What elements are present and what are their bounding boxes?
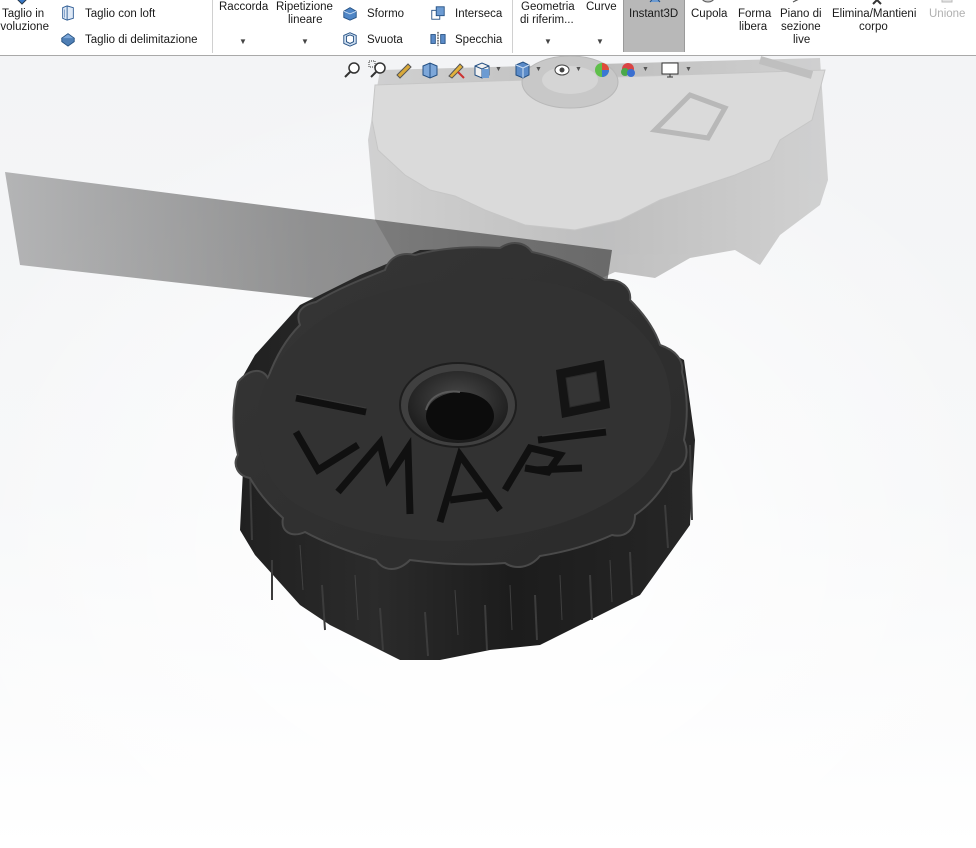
mirror-label: Specchia (455, 34, 503, 46)
reference-geometry-dropdown-arrow-icon[interactable]: ▼ (544, 37, 552, 46)
ribbon-separator (212, 0, 213, 53)
edit-appearance-icon[interactable] (592, 60, 612, 80)
knob-model[interactable] (232, 242, 696, 660)
command-manager-ribbon: Taglio in rivoluzione Taglio con loft Ta… (0, 0, 976, 56)
instant3d-toggle-button[interactable]: Instant3D (623, 0, 685, 52)
reference-geometry-label-1: Geometria (521, 1, 575, 13)
shell-button[interactable]: Svuota (340, 31, 420, 49)
lofted-cut-icon (62, 5, 74, 21)
engraved-letter-o (556, 360, 610, 418)
linear-pattern-label-2: lineare (288, 14, 323, 26)
lofted-cut-label: Taglio con loft (85, 8, 156, 20)
intersect-icon (431, 6, 445, 20)
combine-icon (941, 0, 953, 3)
linear-pattern-button[interactable]: Ripetizione lineare ▼ (273, 0, 337, 52)
previous-view-icon[interactable] (394, 60, 414, 80)
draft-icon (343, 7, 357, 21)
linear-pattern-label-1: Ripetizione (276, 1, 333, 13)
fillet-button[interactable]: Raccorda ▼ (215, 0, 271, 52)
live-section-plane-label-3: live (793, 34, 811, 46)
delete-keep-body-label-2: corpo (859, 21, 888, 33)
live-section-plane-label-2: sezione (781, 21, 821, 33)
intersect-button[interactable]: Interseca (428, 5, 508, 23)
boundary-cut-label: Taglio di delimitazione (85, 34, 198, 46)
intersect-label: Interseca (455, 8, 503, 20)
shell-label: Svuota (367, 34, 403, 46)
dome-label: Cupola (691, 8, 728, 20)
section-view-icon[interactable] (420, 60, 440, 80)
revolved-cut-label-1: Taglio in (2, 8, 45, 20)
dynamic-annotation-icon[interactable] (446, 60, 466, 80)
draft-label: Sformo (367, 8, 405, 20)
curves-label: Curve (586, 1, 617, 13)
dome-icon (702, 0, 714, 3)
lofted-cut-button[interactable]: Taglio con loft (58, 5, 208, 23)
view-settings-icon[interactable] (660, 60, 680, 80)
graphics-area[interactable] (0, 56, 976, 848)
display-style-icon[interactable] (512, 60, 532, 80)
reference-geometry-label-2: di riferim... (520, 14, 574, 26)
live-section-plane-button[interactable]: Piano di sezione live (776, 0, 826, 52)
view-orientation-icon[interactable] (472, 60, 492, 80)
curves-dropdown-arrow-icon[interactable]: ▼ (596, 37, 604, 46)
shell-icon (343, 32, 357, 47)
boundary-cut-button[interactable]: Taglio di delimitazione (58, 31, 208, 49)
zoom-area-icon[interactable] (368, 60, 388, 80)
hide-show-dropdown-icon[interactable]: ▼ (575, 66, 582, 73)
combine-button[interactable]: Unione (926, 0, 976, 52)
view-settings-dropdown-icon[interactable]: ▼ (685, 66, 692, 73)
live-section-plane-icon (792, 0, 799, 3)
freeform-button[interactable]: Forma libera (734, 0, 774, 52)
freeform-label-2: libera (739, 21, 768, 33)
instant3d-label: Instant3D (629, 8, 679, 20)
live-section-plane-label-1: Piano di (780, 8, 822, 20)
mirror-icon (430, 31, 446, 47)
apply-scene-icon[interactable] (618, 60, 638, 80)
view-orientation-dropdown-icon[interactable]: ▼ (495, 66, 502, 73)
freeform-label-1: Forma (738, 8, 772, 20)
apply-scene-dropdown-icon[interactable]: ▼ (642, 66, 649, 73)
draft-button[interactable]: Sformo (340, 5, 420, 23)
hide-show-items-icon[interactable] (552, 60, 572, 80)
display-style-dropdown-icon[interactable]: ▼ (535, 66, 542, 73)
delete-keep-body-label-1: Elimina/Mantieni (832, 8, 917, 20)
reference-geometry-button[interactable]: Geometria di riferim... ▼ (515, 0, 579, 52)
dome-button[interactable]: Cupola (686, 0, 732, 52)
zoom-to-fit-icon[interactable] (342, 60, 362, 80)
fillet-label: Raccorda (219, 1, 269, 13)
revolved-cut-label-2: rivoluzione (0, 21, 49, 33)
combine-label: Unione (929, 8, 966, 20)
center-hole (399, 362, 517, 448)
fillet-dropdown-arrow-icon[interactable]: ▼ (239, 37, 247, 46)
boundary-cut-icon (61, 33, 75, 47)
model-view[interactable] (0, 56, 976, 848)
revolved-cut-icon (17, 0, 27, 5)
mirror-button[interactable]: Specchia (428, 31, 508, 49)
linear-pattern-dropdown-arrow-icon[interactable]: ▼ (301, 37, 309, 46)
ribbon-separator (512, 0, 513, 53)
revolved-cut-button[interactable]: Taglio in rivoluzione (0, 0, 54, 52)
delete-keep-body-icon (872, 0, 882, 5)
instant3d-icon (649, 0, 661, 3)
delete-keep-body-button[interactable]: Elimina/Mantieni corpo (830, 0, 922, 52)
curves-button[interactable]: Curve ▼ (581, 0, 621, 52)
